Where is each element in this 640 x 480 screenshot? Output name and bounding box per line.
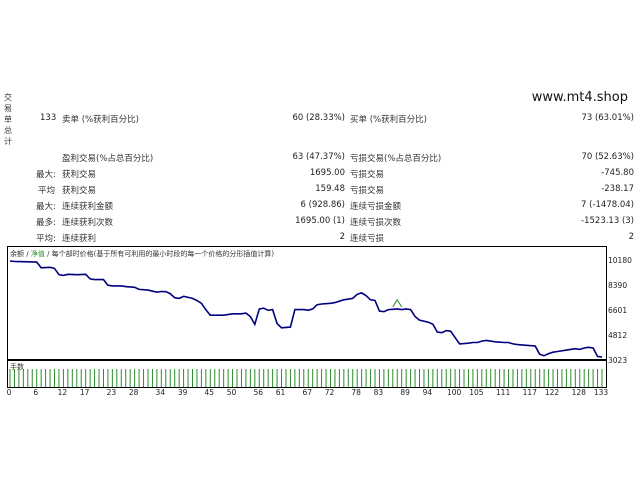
x-tick-label: 39 <box>177 388 188 397</box>
avg-consec-wins-value: 2 <box>339 232 345 242</box>
max-prefix: 最大: <box>36 202 56 212</box>
profit-trades-label: 盈利交易(%占总百分比) <box>62 154 154 164</box>
x-tick-label: 105 <box>469 388 484 397</box>
largest-profit-value: 1695.00 <box>309 168 345 178</box>
y-tick-label: 6601 <box>608 306 628 315</box>
loss-trades-label: 亏损交易(%占总百分比) <box>350 154 442 164</box>
short-positions-value: 60 (28.33%) <box>292 113 345 123</box>
side-title: 交易单总计 <box>4 93 12 146</box>
short-positions-label: 卖单 (%获利百分比) <box>62 115 139 125</box>
x-tick-label: 34 <box>155 388 166 397</box>
x-tick-label: 83 <box>373 388 384 397</box>
avg-profit-value: 159.48 <box>315 184 345 194</box>
x-tick-label: 17 <box>79 388 90 397</box>
volume-chart-svg <box>9 369 603 387</box>
maximal-prefix: 最多: <box>36 218 56 228</box>
x-tick-label: 122 <box>544 388 560 397</box>
long-positions-label: 买单 (%获利百分比) <box>350 115 427 125</box>
x-tick-label: 94 <box>422 388 433 397</box>
equity-chart: 余额 / 净值 / 每个部时价格(基于所有可利用的最小时段的每一个价格的分形插值… <box>7 246 637 398</box>
largest-profit-label: 获利交易 <box>62 170 97 180</box>
max-consec-loss-label: 连续亏损次数 <box>350 218 402 228</box>
x-tick-label: 6 <box>33 388 39 397</box>
average-prefix: 平均 <box>38 186 56 196</box>
avg-consec-wins-label: 连续获利 <box>62 234 97 244</box>
max-consec-loss-value: -1523.13 (3) <box>581 216 634 226</box>
y-tick-label: 3023 <box>608 356 628 365</box>
legend-balance: 余额 <box>10 250 24 258</box>
x-tick-label: 50 <box>226 388 237 397</box>
legend-description: / 每个部时价格(基于所有可利用的最小时段的每一个价格的分形插值计算) <box>47 250 275 258</box>
equity-line <box>392 298 403 308</box>
total-trades-value: 133 <box>40 113 57 123</box>
x-tick-label: 67 <box>302 388 312 397</box>
chart-legend: 余额 / 净值 / 每个部时价格(基于所有可利用的最小时段的每一个价格的分形插值… <box>10 249 275 259</box>
avg-consec-losses-value: 2 <box>628 232 634 242</box>
x-tick-label: 0 <box>6 388 12 397</box>
largest-loss-value: -745.80 <box>601 168 634 178</box>
x-tick-label: 45 <box>204 388 215 397</box>
x-tick-label: 128 <box>571 388 586 397</box>
y-tick-label: 4812 <box>608 331 628 340</box>
legend-equity: 净值 <box>30 250 45 258</box>
avg-consec-losses-label: 连续亏损 <box>350 234 385 244</box>
x-tick-label: 72 <box>324 388 335 397</box>
x-tick-label: 78 <box>351 388 361 397</box>
profit-trades-value: 63 (47.37%) <box>292 152 345 162</box>
x-tick-label: 89 <box>400 388 410 397</box>
x-tick-label: 61 <box>275 388 286 397</box>
x-tick-label: 117 <box>522 388 537 397</box>
y-tick-label: 8390 <box>608 281 628 290</box>
loss-trades-value: 70 (52.63%) <box>581 152 634 162</box>
max-consec-profit-value: 1695.00 (1) <box>295 216 345 226</box>
y-tick-label: 10180 <box>608 256 632 265</box>
x-tick-label: 133 <box>593 388 609 397</box>
x-tick-label: 56 <box>253 388 264 397</box>
largest-prefix: 最大: <box>36 170 56 180</box>
avg-loss-value: -238.17 <box>601 184 634 194</box>
avg-loss-label: 亏损交易 <box>350 186 385 196</box>
avg2-prefix: 平均: <box>36 234 56 244</box>
max-consec-profit-label: 连续获利次数 <box>62 218 114 228</box>
max-consec-wins-label: 连续获利金额 <box>62 202 114 212</box>
max-consec-losses-value: 7 (-1478.04) <box>581 200 634 210</box>
avg-profit-label: 获利交易 <box>62 186 97 196</box>
largest-loss-label: 亏损交易 <box>350 170 385 180</box>
x-tick-label: 111 <box>495 388 511 397</box>
max-consec-losses-label: 连续亏损金额 <box>350 202 402 212</box>
x-tick-label: 28 <box>128 388 139 397</box>
x-tick-label: 100 <box>446 388 462 397</box>
balance-chart-area: 余额 / 净值 / 每个部时价格(基于所有可利用的最小时段的每一个价格的分形插值… <box>7 246 607 360</box>
max-consec-wins-value: 6 (928.86) <box>300 200 345 210</box>
x-tick-label: 12 <box>57 388 68 397</box>
watermark: www.mt4.shop <box>531 90 628 105</box>
x-tick-label: 23 <box>106 388 117 397</box>
volume-chart-area: 手数 <box>7 360 607 388</box>
long-positions-value: 73 (63.01%) <box>581 113 634 123</box>
balance-chart-svg <box>9 260 603 358</box>
balance-line <box>9 260 603 358</box>
legend-slash: / <box>26 250 29 258</box>
volume-label: 手数 <box>10 363 24 371</box>
